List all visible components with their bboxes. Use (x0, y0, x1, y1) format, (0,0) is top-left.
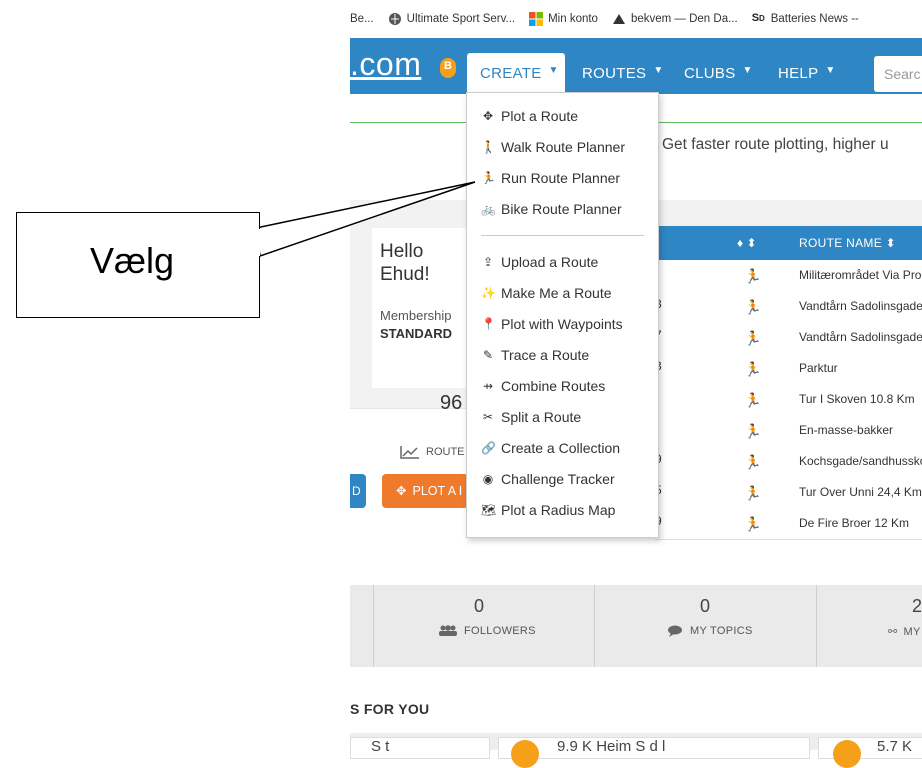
callout-pointer-join (258, 229, 260, 256)
callout-label: Vælg (90, 240, 175, 281)
